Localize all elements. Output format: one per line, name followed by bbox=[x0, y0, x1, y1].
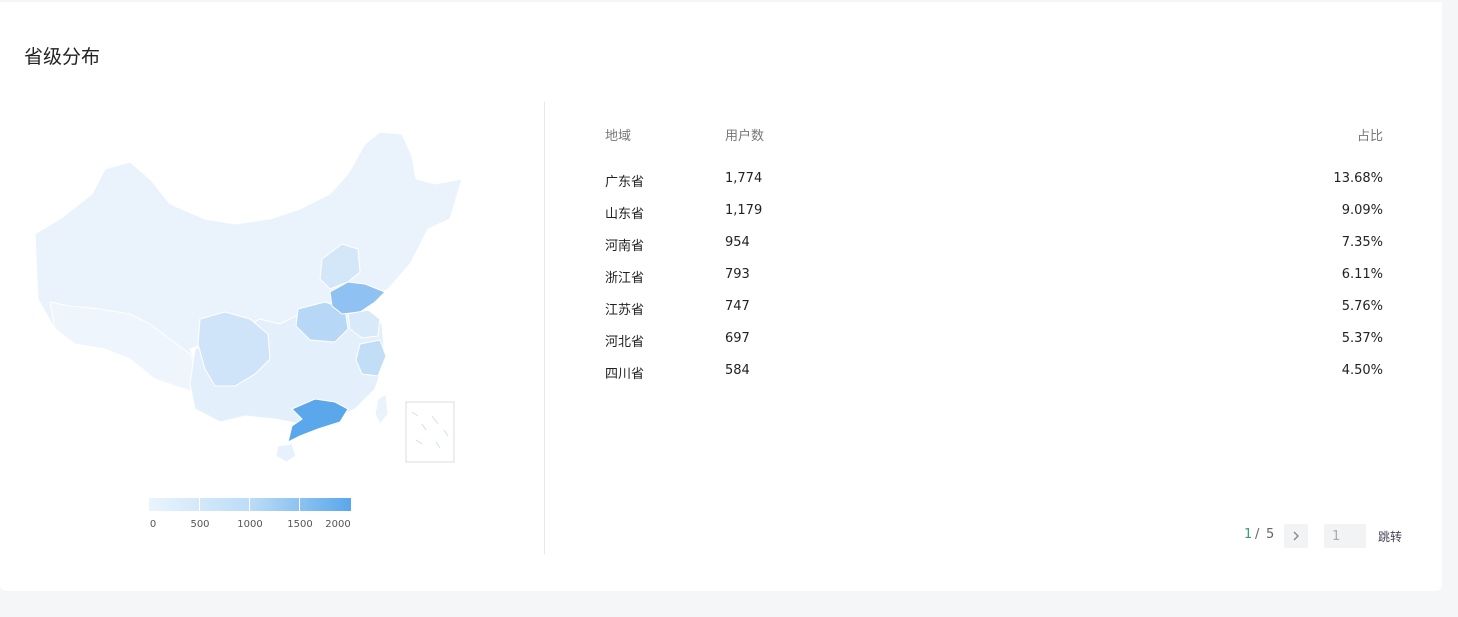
next-page-button[interactable] bbox=[1284, 524, 1308, 548]
table-header: 地域 用户数 占比 bbox=[605, 116, 1383, 150]
table-row: 河南省 954 7.35% bbox=[605, 226, 1383, 258]
cell-region: 山东省 bbox=[605, 207, 645, 222]
cell-region: 江苏省 bbox=[605, 303, 645, 318]
cell-share: 9.09% bbox=[1341, 203, 1383, 218]
legend-tick bbox=[299, 498, 300, 511]
cell-share: 4.50% bbox=[1341, 363, 1383, 378]
legend-tick bbox=[199, 498, 200, 511]
cell-share: 5.76% bbox=[1341, 299, 1383, 314]
table-row: 四川省 584 4.50% bbox=[605, 354, 1383, 386]
cell-share: 7.35% bbox=[1341, 235, 1383, 250]
header-share: 占比 bbox=[1356, 129, 1383, 144]
legend-tick bbox=[249, 498, 250, 511]
header-users: 用户数 bbox=[725, 129, 765, 144]
cell-region: 河南省 bbox=[605, 239, 645, 254]
cell-users: 793 bbox=[725, 267, 750, 282]
legend-label: 500 bbox=[190, 519, 210, 530]
cell-share: 6.11% bbox=[1341, 267, 1383, 282]
legend-label: 1500 bbox=[287, 519, 313, 530]
table-row: 广东省 1,774 13.68% bbox=[605, 162, 1383, 194]
province-table: 地域 用户数 占比 广东省 1,774 13.68% 山东省 1,179 9.0… bbox=[605, 116, 1383, 386]
table-row: 江苏省 747 5.76% bbox=[605, 290, 1383, 322]
total-pages: 5 bbox=[1266, 527, 1275, 542]
current-page: 1 bbox=[1244, 527, 1253, 542]
south-sea-inset bbox=[405, 401, 455, 463]
cell-users: 584 bbox=[725, 363, 750, 378]
china-map[interactable] bbox=[30, 124, 470, 469]
section-divider bbox=[544, 102, 545, 554]
province-distribution-card: 省级分布 0 500 1000 1500 2000 地域 用户数 占比 广东省 … bbox=[0, 2, 1442, 591]
legend-label: 2000 bbox=[325, 519, 351, 530]
south-sea-islands bbox=[411, 411, 449, 449]
cell-users: 1,774 bbox=[725, 171, 763, 186]
legend-label: 1000 bbox=[237, 519, 263, 530]
cell-region: 广东省 bbox=[605, 175, 645, 190]
map-province-taiwan[interactable] bbox=[374, 393, 389, 425]
cell-share: 5.37% bbox=[1341, 331, 1383, 346]
table-row: 浙江省 793 6.11% bbox=[605, 258, 1383, 290]
cell-users: 747 bbox=[725, 299, 750, 314]
table-row: 河北省 697 5.37% bbox=[605, 322, 1383, 354]
table-row: 山东省 1,179 9.09% bbox=[605, 194, 1383, 226]
china-map-svg[interactable] bbox=[30, 124, 470, 469]
chevron-right-icon bbox=[1293, 531, 1299, 541]
cell-region: 河北省 bbox=[605, 335, 645, 350]
cell-users: 1,179 bbox=[725, 203, 763, 218]
page-separator: / bbox=[1255, 527, 1260, 542]
map-province-hainan[interactable] bbox=[275, 443, 297, 463]
cell-region: 浙江省 bbox=[605, 271, 645, 286]
legend-labels: 0 500 1000 1500 2000 bbox=[149, 519, 351, 533]
header-region: 地域 bbox=[605, 129, 632, 144]
page-number-input[interactable] bbox=[1324, 524, 1366, 548]
jump-button[interactable]: 跳转 bbox=[1378, 528, 1402, 545]
table-body: 广东省 1,774 13.68% 山东省 1,179 9.09% 河南省 954… bbox=[605, 162, 1383, 386]
cell-share: 13.68% bbox=[1333, 171, 1383, 186]
color-legend[interactable]: 0 500 1000 1500 2000 bbox=[149, 498, 351, 533]
legend-label: 0 bbox=[149, 519, 157, 530]
cell-users: 954 bbox=[725, 235, 750, 250]
legend-gradient-bar[interactable] bbox=[149, 498, 351, 511]
cell-users: 697 bbox=[725, 331, 750, 346]
section-title: 省级分布 bbox=[24, 46, 101, 68]
cell-region: 四川省 bbox=[605, 367, 645, 382]
